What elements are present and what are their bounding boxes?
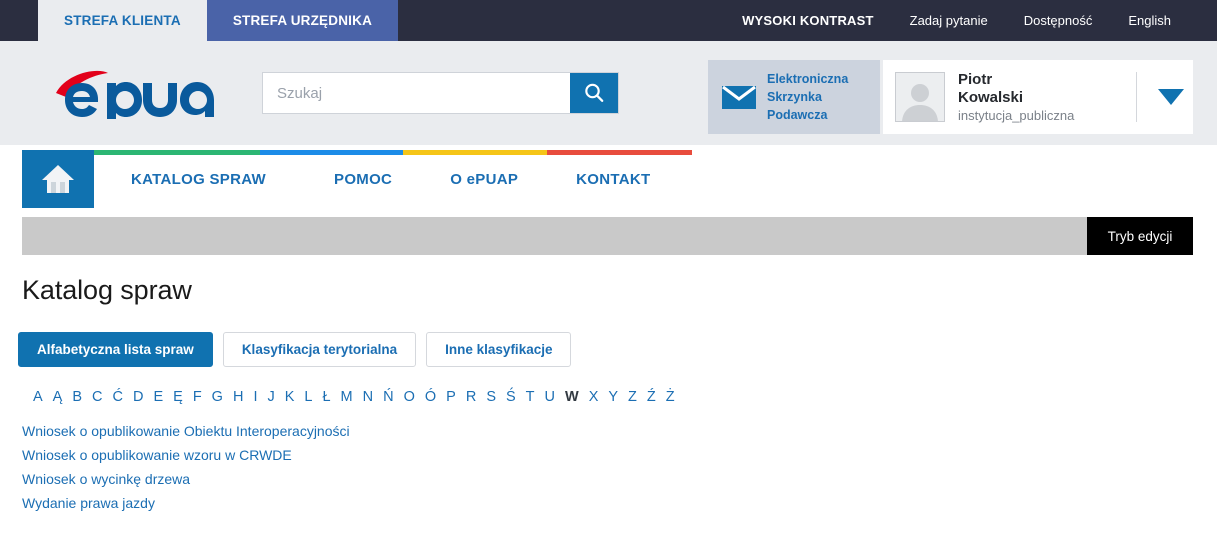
top-link-accessibility[interactable]: Dostępność xyxy=(1024,13,1093,28)
alphabet-letter-s[interactable]: S xyxy=(481,389,501,405)
nav-item-o-epuap[interactable]: O ePUAP xyxy=(450,150,518,208)
alphabet-letter-k[interactable]: K xyxy=(280,389,300,405)
zone-tab-label: STREFA URZĘDNIKA xyxy=(232,13,373,28)
tab-klasyfikacja-terytorialna[interactable]: Klasyfikacja terytorialna xyxy=(222,332,417,367)
alphabet-letter-j[interactable]: J xyxy=(262,389,279,405)
search-input[interactable] xyxy=(263,73,570,113)
alphabet-letter-ń[interactable]: Ń xyxy=(378,389,398,405)
zone-tab-strefa-urzednika[interactable]: STREFA URZĘDNIKA xyxy=(206,0,399,41)
user-avatar-icon xyxy=(902,84,938,121)
search-icon xyxy=(585,83,604,102)
electronic-inbox-button[interactable]: Elektroniczna Skrzynka Podawcza xyxy=(708,60,880,134)
envelope-icon xyxy=(722,85,756,109)
top-link-ask-question[interactable]: Zadaj pytanie xyxy=(910,13,988,28)
document-link[interactable]: Wniosek o wycinkę drzewa xyxy=(22,467,190,491)
alphabet-letter-m[interactable]: M xyxy=(336,389,358,405)
zone-tab-strefa-klienta[interactable]: STREFA KLIENTA xyxy=(38,0,207,41)
content-area: Tryb edycji Katalog spraw Alfabetyczna l… xyxy=(0,217,1217,515)
nav-item-pomoc[interactable]: POMOC xyxy=(334,150,392,208)
alphabet-letter-c[interactable]: C xyxy=(87,389,107,405)
alphabet-letter-h[interactable]: H xyxy=(228,389,248,405)
top-links-group: WYSOKI KONTRAST Zadaj pytanie Dostępność… xyxy=(742,0,1217,41)
zone-tab-label: STREFA KLIENTA xyxy=(64,13,181,28)
zone-tab-group: STREFA KLIENTA STREFA URZĘDNIKA xyxy=(38,0,399,41)
alphabet-letter-x[interactable]: X xyxy=(584,389,604,405)
edit-mode-strip: Tryb edycji xyxy=(22,217,1193,255)
nav-item-katalog-spraw[interactable]: KATALOG SPRAW xyxy=(131,150,266,208)
alphabet-letter-ć[interactable]: Ć xyxy=(108,389,128,405)
user-first-name: Piotr xyxy=(958,71,993,89)
alphabet-letter-ą[interactable]: Ą xyxy=(48,389,68,405)
document-link[interactable]: Wniosek o opublikowanie wzoru w CRWDE xyxy=(22,443,292,467)
alphabet-letter-p[interactable]: P xyxy=(441,389,461,405)
edit-mode-button[interactable]: Tryb edycji xyxy=(1087,217,1193,255)
esp-line-3: Podawcza xyxy=(767,108,828,123)
alphabet-letter-ę[interactable]: Ę xyxy=(168,389,188,405)
alphabet-letter-t[interactable]: T xyxy=(521,389,540,405)
esp-line-2: Skrzynka xyxy=(767,89,822,104)
alphabet-letter-a[interactable]: A xyxy=(28,389,48,405)
electronic-inbox-label: Elektroniczna Skrzynka Podawcza xyxy=(767,70,848,124)
alphabet-letter-w[interactable]: W xyxy=(560,389,584,405)
alphabet-letter-n[interactable]: N xyxy=(358,389,378,405)
avatar xyxy=(895,72,945,122)
search-box[interactable] xyxy=(262,72,619,114)
page-title: Katalog spraw xyxy=(22,275,192,305)
epuap-logo[interactable] xyxy=(52,67,228,119)
alphabet-letter-d[interactable]: D xyxy=(128,389,148,405)
alphabet-letter-u[interactable]: U xyxy=(540,389,560,405)
esp-line-1: Elektroniczna xyxy=(767,71,849,86)
alphabet-letter-l[interactable]: L xyxy=(299,389,317,405)
user-account-box[interactable]: Piotr Kowalski instytucja_publiczna xyxy=(883,60,1193,134)
nav-item-kontakt[interactable]: KONTAKT xyxy=(576,150,650,208)
user-role: instytucja_publiczna xyxy=(958,107,1075,123)
alphabet-letter-e[interactable]: E xyxy=(148,389,168,405)
alphabet-letter-r[interactable]: R xyxy=(461,389,481,405)
document-link[interactable]: Wydanie prawa jazdy xyxy=(22,491,155,515)
alphabet-letter-ź[interactable]: Ź xyxy=(642,389,661,405)
alphabet-letter-ó[interactable]: Ó xyxy=(420,389,441,405)
home-icon xyxy=(42,165,74,193)
alphabet-letter-o[interactable]: O xyxy=(399,389,420,405)
alphabet-letter-ł[interactable]: Ł xyxy=(317,389,335,405)
main-navigation: KATALOG SPRAW POMOC O ePUAP KONTAKT xyxy=(0,145,1217,217)
user-box-divider xyxy=(1136,72,1137,122)
alphabet-letter-b[interactable]: B xyxy=(67,389,87,405)
alphabet-letter-ż[interactable]: Ż xyxy=(661,389,680,405)
user-meta: Piotr Kowalski instytucja_publiczna xyxy=(958,71,1074,122)
nav-item-group: KATALOG SPRAW POMOC O ePUAP KONTAKT xyxy=(93,150,650,208)
alphabet-filter: AĄBCĆDEĘFGHIJKLŁMNŃOÓPRSŚTUWXYZŹŻ xyxy=(28,389,1217,405)
search-button[interactable] xyxy=(570,73,618,113)
catalog-tab-group: Alfabetyczna lista spraw Klasyfikacja te… xyxy=(18,332,1217,367)
alphabet-letter-g[interactable]: G xyxy=(207,389,228,405)
alphabet-letter-f[interactable]: F xyxy=(188,389,207,405)
top-link-high-contrast[interactable]: WYSOKI KONTRAST xyxy=(742,13,874,28)
user-last-name: Kowalski xyxy=(958,89,1024,106)
alphabet-letter-ś[interactable]: Ś xyxy=(501,389,521,405)
header-band: Elektroniczna Skrzynka Podawcza Piotr Ko… xyxy=(0,41,1217,145)
top-link-english[interactable]: English xyxy=(1128,13,1171,28)
alphabet-letter-z[interactable]: Z xyxy=(623,389,642,405)
tab-alfabetyczna-lista-spraw[interactable]: Alfabetyczna lista spraw xyxy=(18,332,213,367)
alphabet-letter-i[interactable]: I xyxy=(248,389,262,405)
home-button[interactable] xyxy=(22,150,94,208)
tab-inne-klasyfikacje[interactable]: Inne klasyfikacje xyxy=(426,332,572,367)
alphabet-letter-y[interactable]: Y xyxy=(603,389,623,405)
document-link[interactable]: Wniosek o opublikowanie Obiektu Interope… xyxy=(22,419,350,443)
document-link-list: Wniosek o opublikowanie Obiektu Interope… xyxy=(22,419,1217,515)
chevron-down-icon[interactable] xyxy=(1158,89,1184,105)
top-utility-bar: STREFA KLIENTA STREFA URZĘDNIKA WYSOKI K… xyxy=(0,0,1217,41)
header-inner: Elektroniczna Skrzynka Podawcza Piotr Ko… xyxy=(0,41,1193,145)
